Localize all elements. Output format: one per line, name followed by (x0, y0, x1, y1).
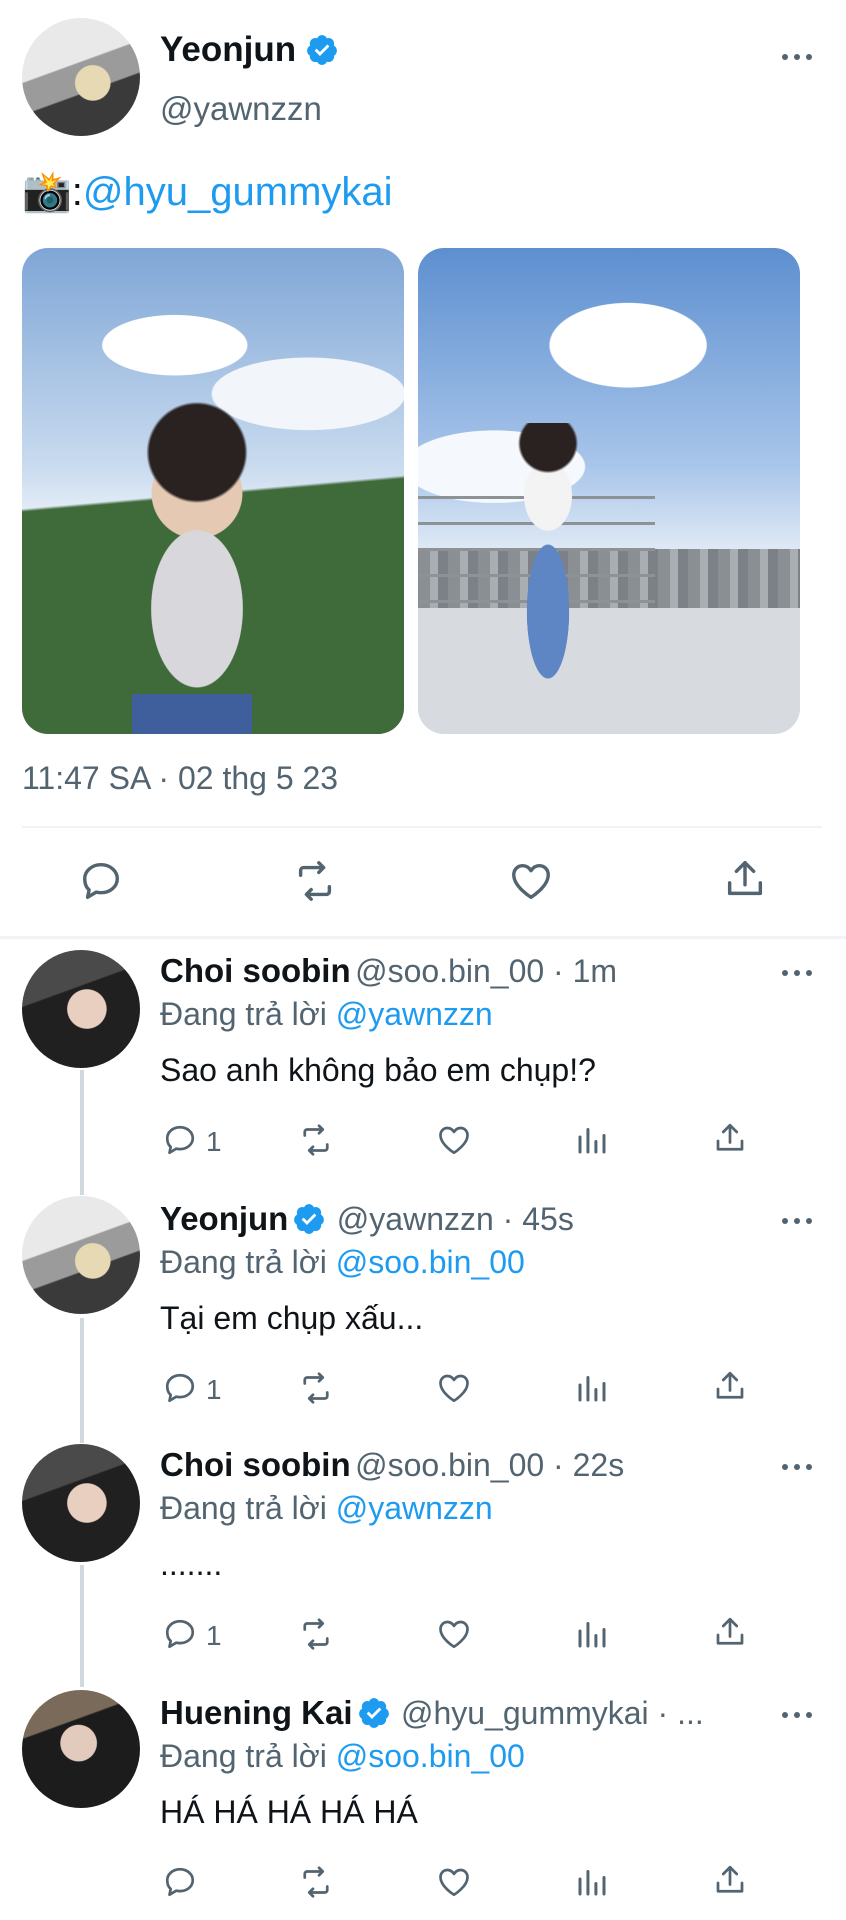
retweet-icon[interactable] (298, 1370, 334, 1406)
retweet-icon[interactable] (298, 1122, 334, 1158)
photo-person (503, 423, 593, 713)
share-icon[interactable] (712, 1862, 748, 1898)
replying-to-link[interactable]: @soo.bin_00 (336, 1738, 525, 1774)
replying-to-link[interactable]: @yawnzzn (336, 996, 493, 1032)
photo-rooftop (418, 607, 800, 734)
share-icon[interactable] (722, 856, 768, 902)
verified-badge-icon (306, 35, 337, 65)
photo-person (112, 398, 282, 734)
author-name[interactable]: Yeonjun (160, 30, 296, 69)
reply-count: 1 (206, 1374, 222, 1405)
like-heart-icon[interactable] (508, 858, 554, 904)
tweet-photo-1[interactable] (22, 248, 404, 734)
more-options-icon[interactable] (778, 1700, 818, 1730)
retweet-icon[interactable] (298, 1616, 334, 1652)
like-heart-icon[interactable] (436, 1864, 472, 1900)
like-heart-icon[interactable] (436, 1616, 472, 1652)
reply-icon[interactable] (162, 1616, 198, 1652)
reply-icon[interactable] (162, 1864, 198, 1900)
thread-connector (80, 1565, 84, 1687)
retweet-icon[interactable] (292, 858, 338, 904)
reply-meta[interactable]: @soo.bin_00 · 22s (355, 1447, 624, 1483)
like-heart-icon[interactable] (436, 1370, 472, 1406)
reply-icon[interactable] (162, 1370, 198, 1406)
share-icon[interactable] (712, 1120, 748, 1156)
reply-meta[interactable]: @hyu_gummykai · ... (401, 1695, 704, 1731)
photo-jeans (132, 694, 252, 734)
like-heart-icon[interactable] (436, 1122, 472, 1158)
reply-meta[interactable]: @yawnzzn · 45s (337, 1201, 574, 1237)
replying-to-label: Đang trả lời (160, 1738, 336, 1774)
more-options-icon[interactable] (778, 958, 818, 988)
replying-to-label: Đang trả lời (160, 1244, 336, 1280)
reply-header: Choi soobin @soo.bin_00 · 1m (160, 952, 617, 990)
verified-badge-icon (294, 1204, 325, 1234)
share-icon[interactable] (712, 1614, 748, 1650)
reply-text: Sao anh không bảo em chụp!? (160, 1052, 596, 1088)
divider (22, 826, 822, 828)
reply-text: HÁ HÁ HÁ HÁ HÁ (160, 1794, 418, 1830)
replying-to-link[interactable]: @soo.bin_00 (336, 1244, 525, 1280)
reply-count: 1 (206, 1126, 222, 1157)
reply-icon[interactable] (78, 858, 124, 904)
tweet-photo-2[interactable] (418, 248, 800, 734)
more-options-icon[interactable] (778, 42, 818, 72)
replying-to-label: Đang trả lời (160, 996, 336, 1032)
replying-to: Đang trả lời @soo.bin_00 (160, 1244, 525, 1281)
reply-meta[interactable]: @soo.bin_00 · 1m (355, 953, 617, 989)
reply-author-name[interactable]: Choi soobin (160, 952, 351, 989)
replying-to-link[interactable]: @yawnzzn (336, 1490, 493, 1526)
tweet-text-prefix: 📸: (22, 170, 83, 214)
analytics-icon[interactable] (574, 1616, 610, 1652)
replying-to-label: Đang trả lời (160, 1490, 336, 1526)
mention-link[interactable]: @hyu_gummykai (83, 170, 393, 214)
avatar[interactable] (22, 18, 140, 136)
more-options-icon[interactable] (778, 1452, 818, 1482)
avatar[interactable] (22, 950, 140, 1068)
tweet-timestamp[interactable]: 11:47 SA · 02 thg 5 23 (22, 760, 338, 797)
reply-count: 1 (206, 1620, 222, 1651)
reply-author-name[interactable]: Huening Kai (160, 1694, 353, 1731)
replying-to: Đang trả lời @soo.bin_00 (160, 1738, 525, 1775)
thread-connector (80, 1070, 84, 1195)
more-options-icon[interactable] (778, 1206, 818, 1236)
replying-to: Đang trả lời @yawnzzn (160, 1490, 493, 1527)
avatar[interactable] (22, 1196, 140, 1314)
reply-header: Yeonjun @yawnzzn · 45s (160, 1200, 574, 1238)
reply-text: ....... (160, 1546, 223, 1582)
reply-author-name[interactable]: Choi soobin (160, 1446, 351, 1483)
avatar[interactable] (22, 1690, 140, 1808)
replying-to: Đang trả lời @yawnzzn (160, 996, 493, 1033)
reply-text: Tại em chụp xấu... (160, 1300, 424, 1336)
tweet-text: 📸:@hyu_gummykai (22, 168, 393, 215)
reply-header: Choi soobin @soo.bin_00 · 22s (160, 1446, 624, 1484)
reply-header: Huening Kai @hyu_gummykai · ... (160, 1694, 770, 1732)
author-handle[interactable]: @yawnzzn (160, 90, 322, 128)
author-row: Yeonjun (160, 30, 339, 70)
avatar[interactable] (22, 1444, 140, 1562)
retweet-icon[interactable] (298, 1864, 334, 1900)
analytics-icon[interactable] (574, 1370, 610, 1406)
reply-author-name[interactable]: Yeonjun (160, 1200, 288, 1237)
share-icon[interactable] (712, 1368, 748, 1404)
analytics-icon[interactable] (574, 1864, 610, 1900)
analytics-icon[interactable] (574, 1122, 610, 1158)
thread-connector (80, 1318, 84, 1443)
reply-icon[interactable] (162, 1122, 198, 1158)
section-divider (0, 936, 846, 939)
verified-badge-icon (358, 1698, 389, 1728)
